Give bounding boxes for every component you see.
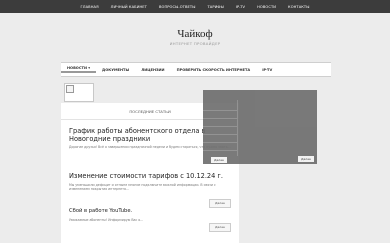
overlay-list-row — [203, 119, 237, 127]
broken-image-thumbnail — [64, 83, 94, 102]
post-item: Сбой в работе YouTube. Уважаемые абонент… — [69, 208, 231, 232]
broken-image-icon — [66, 85, 74, 93]
site-title[interactable]: Чайкоф — [0, 28, 390, 40]
read-more-button[interactable]: Далее — [298, 156, 314, 162]
mainnav-item-speedtest[interactable]: Проверить скорость интернета — [171, 68, 257, 72]
post-item: Изменение стоимости тарифов с 10.12.24 г… — [69, 172, 231, 208]
overlay-panel: Далее Далее — [203, 90, 317, 164]
topnav-link-faq[interactable]: Вопросы-ответы — [156, 5, 199, 9]
overlay-divider — [237, 100, 238, 156]
topnav-link-iptv[interactable]: IP-TV — [233, 5, 248, 9]
mainnav-item-documents[interactable]: Документы — [96, 68, 135, 72]
overlay-list-row — [203, 127, 237, 135]
overlay-list-row — [203, 135, 237, 143]
overlay-list-row — [203, 103, 237, 111]
overlay-list-row — [203, 111, 237, 119]
mainnav-item-licenses[interactable]: Лицензии — [135, 68, 170, 72]
topnav-link-contacts[interactable]: Контакты — [285, 5, 312, 9]
read-more-button[interactable]: Далее — [209, 223, 231, 232]
post-title[interactable]: Изменение стоимости тарифов с 10.12.24 г… — [69, 172, 231, 181]
top-bar: Главная Личный кабинет Вопросы-ответы Та… — [0, 0, 390, 13]
topnav-link-tariffs[interactable]: Тарифы — [204, 5, 226, 9]
main-navigation: Новости ▾ Документы Лицензии Проверить с… — [61, 62, 331, 77]
overlay-list-row — [203, 143, 237, 151]
read-more-button[interactable]: Далее — [211, 157, 227, 163]
topnav-link-account[interactable]: Личный кабинет — [108, 5, 150, 9]
post-title[interactable]: Сбой в работе YouTube. — [69, 208, 231, 216]
read-more-button[interactable]: Далее — [209, 199, 231, 208]
topnav-link-home[interactable]: Главная — [77, 5, 101, 9]
site-branding: Чайкоф Интернет провайдер — [0, 28, 390, 46]
mainnav-item-iptv[interactable]: IP-TV — [256, 68, 278, 72]
topnav-link-news[interactable]: Новости — [254, 5, 279, 9]
post-excerpt: Уважаемые абоненты! Информирую Вас о... — [69, 217, 144, 222]
site-subtitle: Интернет провайдер — [169, 41, 221, 46]
post-excerpt: Мы уменьшили дефицит и отныне многие под… — [69, 182, 216, 191]
overlay-list — [203, 103, 237, 163]
mainnav-item-news[interactable]: Новости ▾ — [61, 66, 97, 73]
top-navigation: Главная Личный кабинет Вопросы-ответы Та… — [0, 0, 390, 13]
